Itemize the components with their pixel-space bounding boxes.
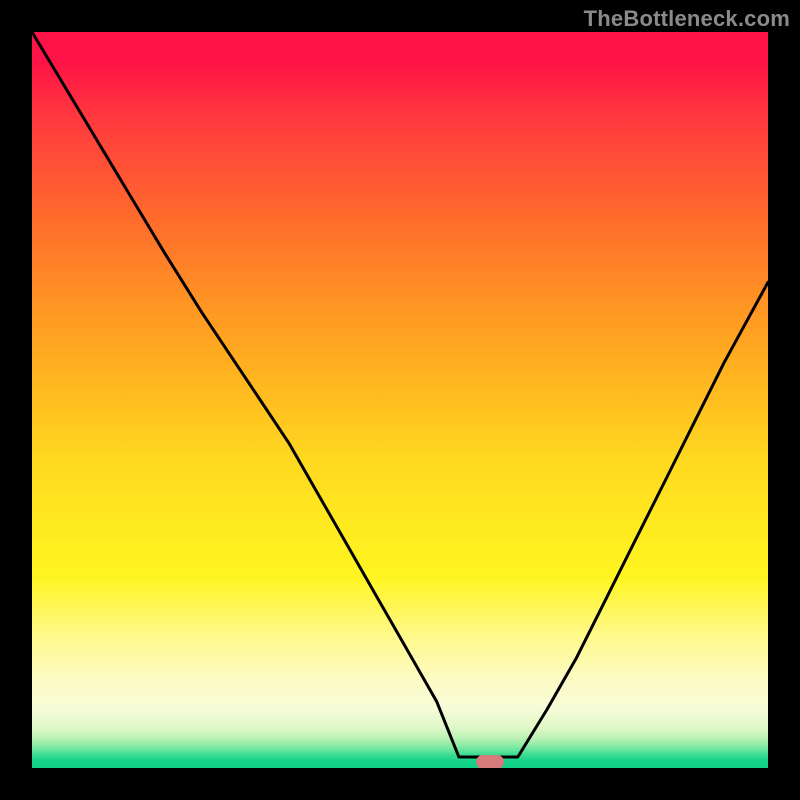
plot-area [32,32,768,768]
chart-frame: TheBottleneck.com [0,0,800,800]
optimal-point-marker [476,755,504,768]
bottleneck-curve [32,32,768,768]
watermark-text: TheBottleneck.com [584,6,790,32]
